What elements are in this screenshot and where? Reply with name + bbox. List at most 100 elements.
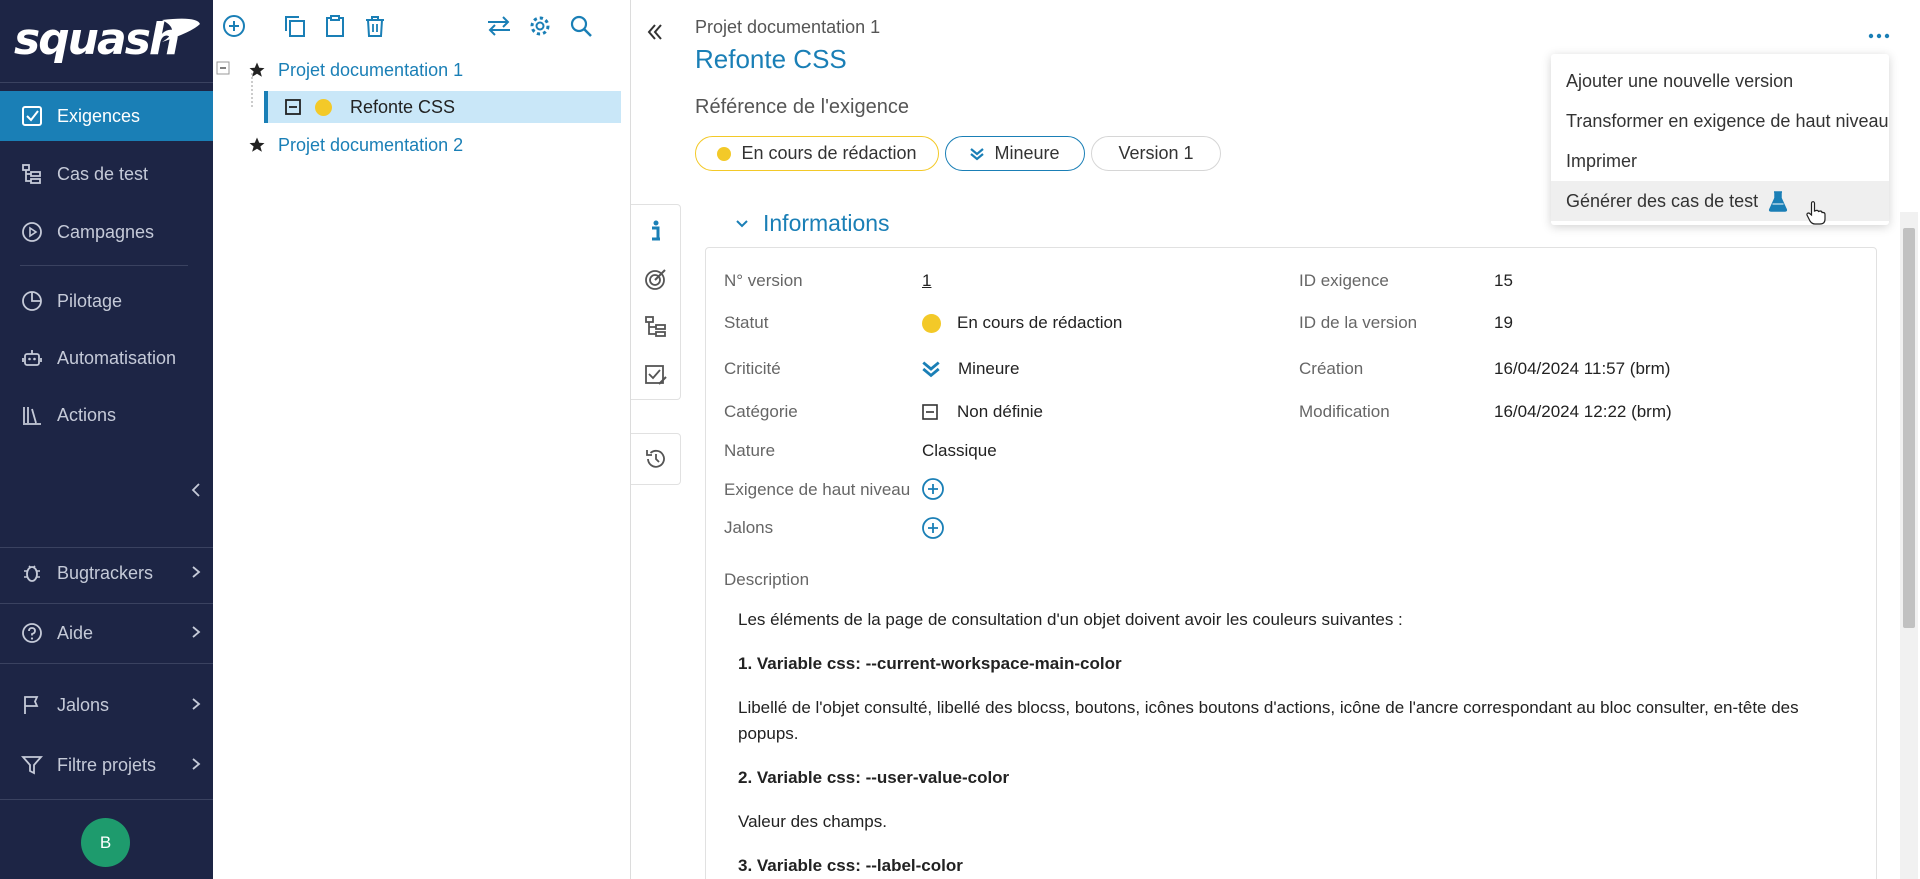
criticality-value-text: Mineure (958, 359, 1020, 378)
menu-item-print[interactable]: Imprimer (1551, 141, 1889, 181)
nav-item-filtre-projets[interactable]: Filtre projets (0, 740, 213, 790)
breadcrumb[interactable]: Projet documentation 1 (695, 17, 880, 38)
nav-item-jalons[interactable]: Jalons (0, 680, 213, 730)
search-button[interactable] (567, 12, 595, 40)
status-pill[interactable]: En cours de rédaction (695, 136, 939, 171)
tab-verification[interactable] (631, 255, 681, 303)
version-number-link[interactable]: 1 (922, 271, 931, 291)
field-label: Statut (724, 313, 769, 332)
nav-divider (0, 663, 213, 664)
paste-button[interactable] (321, 12, 349, 40)
tab-informations[interactable] (631, 207, 681, 255)
ellipsis-icon (1868, 33, 1890, 39)
settings-button[interactable] (526, 12, 554, 40)
filter-icon (20, 753, 44, 777)
status-value-text: En cours de rédaction (957, 313, 1123, 332)
chevron-right-icon (192, 758, 201, 770)
double-chevron-down-icon (970, 147, 985, 160)
logo-text: squash (14, 14, 180, 65)
status-dot (717, 146, 732, 161)
nav-item-label: Bugtrackers (57, 562, 154, 583)
menu-item-generate-test-cases[interactable]: Générer des cas de test (1551, 181, 1889, 221)
delete-button[interactable] (361, 12, 389, 40)
scrollbar-thumb[interactable] (1903, 228, 1915, 628)
field-label: ID exigence (1299, 271, 1389, 290)
field-label: ID de la version (1299, 313, 1418, 332)
help-icon (20, 621, 44, 645)
nature-value[interactable]: Classique (922, 441, 997, 461)
nav-item-automatisation[interactable]: Automatisation (0, 333, 213, 383)
status-dot (922, 313, 941, 333)
menu-item-label: Générer des cas de test (1566, 190, 1759, 211)
plus-circle-icon (223, 15, 245, 37)
flask-icon (1769, 191, 1788, 212)
search-icon (570, 15, 592, 37)
tree-node-projet-2[interactable]: Projet documentation 2 (248, 129, 618, 161)
library-icon (20, 403, 44, 427)
user-avatar[interactable]: B (81, 818, 130, 867)
menu-item-transform-high-level[interactable]: Transformer en exigence de haut niveau (1551, 101, 1889, 141)
nav-item-aide[interactable]: Aide (0, 608, 213, 658)
anchor-tabs (631, 204, 681, 400)
nav-item-label: Exigences (57, 105, 141, 126)
flag-icon (20, 693, 44, 717)
nav-item-bugtrackers[interactable]: Bugtrackers (0, 548, 213, 598)
chevron-right-icon (192, 626, 201, 638)
test-case-icon (20, 162, 44, 186)
add-high-level-requirement-button[interactable] (921, 477, 945, 501)
criticality-pill[interactable]: Mineure (945, 136, 1085, 171)
description-paragraph: Libellé de l'objet consulté, libellé des… (738, 698, 1799, 743)
main-navigation: squash Exigences Cas de test Campagnes P… (0, 0, 213, 879)
more-actions-menu: Ajouter une nouvelle version Transformer… (1551, 54, 1889, 225)
page-title: Refonte CSS (695, 44, 847, 74)
nav-divider (0, 603, 213, 604)
collapse-tree-button[interactable] (645, 22, 665, 47)
menu-item-add-version[interactable]: Ajouter une nouvelle version (1551, 61, 1889, 101)
status-pill-label: En cours de rédaction (741, 143, 917, 163)
tab-history[interactable] (631, 433, 681, 485)
field-label: Jalons (724, 518, 774, 537)
more-actions-button[interactable] (1868, 20, 1890, 46)
nav-item-pilotage[interactable]: Pilotage (0, 276, 213, 326)
field-label: Catégorie (724, 402, 798, 421)
version-pill-label: Version 1 (1118, 143, 1194, 163)
description-intro: Les éléments de la page de consultation … (738, 610, 1403, 629)
reference-field[interactable]: Référence de l'exigence (695, 96, 909, 119)
category-value[interactable]: Non définie (922, 402, 1043, 422)
copy-button[interactable] (281, 12, 309, 40)
status-value[interactable]: En cours de rédaction (922, 313, 1122, 333)
squash-logo[interactable]: squash (12, 14, 202, 65)
star-icon (249, 62, 265, 77)
clipboard-icon (326, 15, 344, 37)
target-icon (645, 269, 666, 290)
nav-item-campagnes[interactable]: Campagnes (0, 207, 213, 257)
add-button[interactable] (220, 12, 248, 40)
nav-item-exigences[interactable]: Exigences (0, 91, 213, 141)
version-pill[interactable]: Version 1 (1091, 136, 1221, 171)
description-label: Description (724, 570, 810, 589)
pie-chart-icon (20, 289, 44, 313)
nav-item-label: Jalons (57, 694, 110, 715)
menu-item-label: Transformer en exigence de haut niveau (1566, 110, 1889, 131)
tab-linked-items[interactable] (631, 303, 681, 351)
field-label: Création (1299, 359, 1364, 378)
requirement-tree-panel: Projet documentation 1 Refonte CSS Proje… (213, 0, 631, 879)
tab-test-coverage[interactable] (631, 351, 681, 399)
add-milestone-button[interactable] (921, 516, 945, 540)
tree-node-projet-1[interactable]: Projet documentation 1 (248, 54, 618, 86)
collapse-nav-button[interactable] (190, 482, 202, 503)
content-scrollbar[interactable] (1900, 212, 1918, 879)
informations-section-header[interactable]: Informations (735, 210, 890, 237)
tree-structure-icon (645, 316, 666, 337)
transfer-button[interactable] (485, 12, 513, 40)
field-label: Criticité (724, 359, 781, 378)
nav-item-cas-de-test[interactable]: Cas de test (0, 149, 213, 199)
nav-item-actions[interactable]: Actions (0, 390, 213, 440)
menu-item-label: Ajouter une nouvelle version (1566, 70, 1794, 91)
description-content[interactable]: Les éléments de la page de consultation … (738, 607, 1858, 879)
criticality-pill-label: Mineure (994, 143, 1060, 163)
chevron-right-icon (192, 698, 201, 710)
criticality-value[interactable]: Mineure (922, 359, 1019, 379)
tree-node-refonte-css[interactable]: Refonte CSS (264, 91, 621, 123)
history-icon (645, 449, 665, 468)
